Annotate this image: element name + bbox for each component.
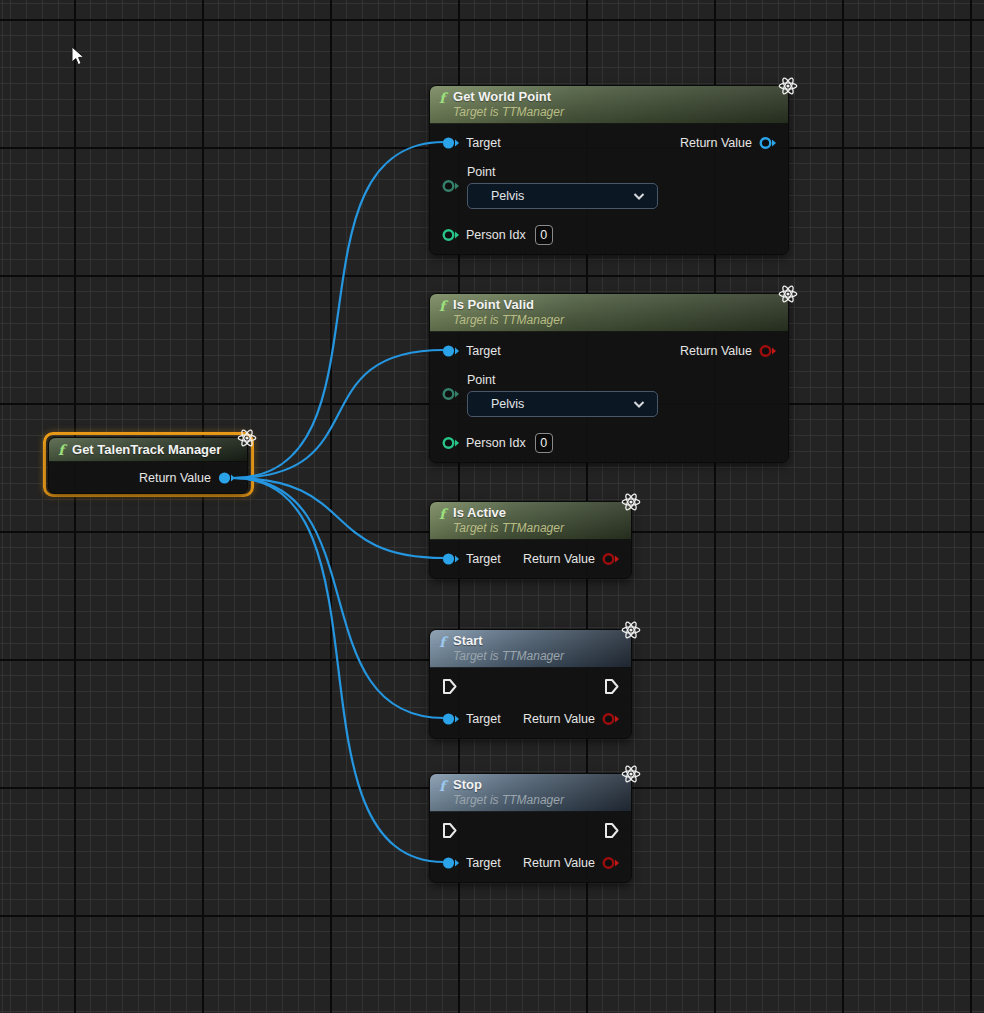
transient-icon: [620, 619, 642, 641]
return-value-pin[interactable]: [759, 136, 776, 150]
return-value-pin[interactable]: [218, 471, 235, 485]
node-subtitle: Target is TTManager: [453, 313, 564, 328]
return-value-pin[interactable]: [602, 856, 619, 870]
return-pin-label: Return Value: [680, 344, 752, 358]
function-icon: f: [58, 443, 64, 457]
target-pin-label: Target: [466, 552, 501, 566]
point-dropdown-value: Pelvis: [491, 189, 524, 203]
target-pin[interactable]: [442, 712, 459, 726]
transient-icon: [620, 491, 642, 513]
return-value-pin[interactable]: [602, 712, 619, 726]
wire-to-get-world-point: [233, 142, 444, 478]
wire-to-is-active: [233, 478, 444, 558]
target-pin[interactable]: [442, 136, 459, 150]
point-dropdown-value: Pelvis: [491, 397, 524, 411]
target-pin[interactable]: [442, 552, 459, 566]
person-idx-pin[interactable]: [442, 228, 459, 242]
return-pin-label: Return Value: [139, 471, 211, 485]
node-subtitle: Target is TTManager: [453, 105, 564, 120]
target-pin-label: Target: [466, 712, 501, 726]
node-get-world-point[interactable]: f Get World Point Target is TTManager Ta…: [429, 85, 789, 255]
function-icon: f: [439, 299, 445, 313]
exec-in-pin[interactable]: [442, 678, 457, 695]
target-pin-label: Target: [466, 136, 501, 150]
exec-out-pin[interactable]: [604, 822, 619, 839]
return-value-pin[interactable]: [602, 552, 619, 566]
node-get-talentrack-manager[interactable]: f Get TalenTrack Manager Return Value: [48, 437, 248, 494]
transient-icon: [777, 283, 799, 305]
transient-icon: [777, 75, 799, 97]
exec-in-pin[interactable]: [442, 822, 457, 839]
node-subtitle: Target is TTManager: [453, 521, 564, 536]
exec-out-pin[interactable]: [604, 678, 619, 695]
node-title: Stop: [453, 777, 564, 793]
function-icon: f: [439, 507, 445, 521]
point-dropdown[interactable]: Pelvis: [467, 391, 658, 417]
return-pin-label: Return Value: [523, 552, 595, 566]
node-stop[interactable]: f Stop Target is TTManager Target Return…: [429, 773, 632, 883]
function-icon: f: [439, 635, 445, 649]
chevron-down-icon: [633, 193, 645, 200]
target-pin-label: Target: [466, 344, 501, 358]
point-pin[interactable]: [442, 387, 459, 401]
point-pin-label: Point: [467, 371, 658, 389]
transient-icon: [236, 427, 258, 449]
node-is-active[interactable]: f Is Active Target is TTManager Target R…: [429, 501, 632, 579]
point-pin[interactable]: [442, 179, 459, 193]
wire-to-is-point-valid: [233, 350, 444, 478]
node-title: Is Active: [453, 505, 564, 521]
node-title: Get World Point: [453, 89, 564, 105]
chevron-down-icon: [633, 401, 645, 408]
function-icon: f: [439, 91, 445, 105]
point-dropdown[interactable]: Pelvis: [467, 183, 658, 209]
return-value-pin[interactable]: [759, 344, 776, 358]
target-pin-label: Target: [466, 856, 501, 870]
node-is-point-valid[interactable]: f Is Point Valid Target is TTManager Tar…: [429, 293, 789, 463]
node-title: Start: [453, 633, 564, 649]
return-pin-label: Return Value: [523, 856, 595, 870]
node-subtitle: Target is TTManager: [453, 793, 564, 808]
wire-to-stop: [233, 478, 444, 862]
person-idx-pin[interactable]: [442, 436, 459, 450]
node-title: Get TalenTrack Manager: [72, 442, 221, 458]
person-idx-input[interactable]: 0: [535, 225, 553, 245]
target-pin[interactable]: [442, 856, 459, 870]
transient-icon: [620, 763, 642, 785]
target-pin[interactable]: [442, 344, 459, 358]
return-pin-label: Return Value: [680, 136, 752, 150]
return-pin-label: Return Value: [523, 712, 595, 726]
function-icon: f: [439, 779, 445, 793]
node-start[interactable]: f Start Target is TTManager Target Retur…: [429, 629, 632, 739]
wire-to-start: [233, 478, 444, 718]
person-idx-label: Person Idx: [466, 228, 526, 242]
point-pin-label: Point: [467, 163, 658, 181]
person-idx-label: Person Idx: [466, 436, 526, 450]
person-idx-input[interactable]: 0: [535, 433, 553, 453]
node-title: Is Point Valid: [453, 297, 564, 313]
node-subtitle: Target is TTManager: [453, 649, 564, 664]
mouse-cursor: [71, 46, 86, 67]
